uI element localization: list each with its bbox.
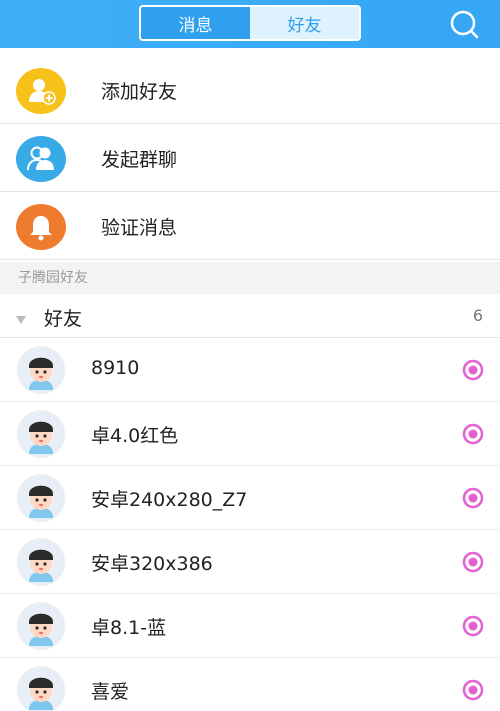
group-chat-label: 发起群聊 <box>101 149 178 171</box>
verify-messages-label: 验证消息 <box>101 217 178 239</box>
chevron-down-icon <box>15 311 27 324</box>
avatar <box>17 474 65 522</box>
friend-row[interactable]: 8910 <box>0 338 500 402</box>
bell-icon <box>16 204 66 250</box>
device-online-icon <box>462 359 484 381</box>
friend-name: 安卓320x386 <box>91 553 213 575</box>
section-header: 子腾园好友 <box>0 262 500 294</box>
search-icon[interactable] <box>447 7 481 41</box>
device-online-icon <box>462 615 484 637</box>
friend-name: 8910 <box>91 357 140 379</box>
avatar <box>17 346 65 394</box>
friend-row[interactable]: 安卓320x386 <box>0 530 500 594</box>
tab-messages[interactable]: 消息 <box>141 7 250 39</box>
group-chat-icon <box>16 136 66 182</box>
avatar <box>17 666 65 711</box>
friend-name: 卓4.0红色 <box>91 425 179 447</box>
device-online-icon <box>462 679 484 701</box>
add-friend-row[interactable]: 添加好友 <box>0 57 500 124</box>
device-online-icon <box>462 423 484 445</box>
friend-group-row[interactable]: 好友 6 <box>0 294 500 338</box>
add-friend-label: 添加好友 <box>101 81 178 103</box>
friend-name: 安卓240x280_Z7 <box>91 489 248 511</box>
friend-row[interactable]: 卓8.1-蓝 <box>0 594 500 658</box>
device-online-icon <box>462 551 484 573</box>
avatar <box>17 410 65 458</box>
top-bar: 消息 好友 <box>0 0 500 48</box>
verify-messages-row[interactable]: 验证消息 <box>0 193 500 260</box>
tab-friends[interactable]: 好友 <box>250 7 359 39</box>
group-count: 6 <box>472 306 483 325</box>
friend-name: 卓8.1-蓝 <box>91 617 167 639</box>
friend-row[interactable]: 卓4.0红色 <box>0 402 500 466</box>
friend-row[interactable]: 安卓240x280_Z7 <box>0 466 500 530</box>
friend-name: 喜爱 <box>91 681 130 703</box>
device-online-icon <box>462 487 484 509</box>
add-friend-icon <box>16 68 66 114</box>
avatar <box>17 538 65 586</box>
avatar <box>17 602 65 650</box>
friend-row[interactable]: 喜爱 <box>0 658 500 711</box>
group-label: 好友 <box>44 308 83 330</box>
group-chat-row[interactable]: 发起群聊 <box>0 125 500 192</box>
segmented-control: 消息 好友 <box>139 5 361 41</box>
